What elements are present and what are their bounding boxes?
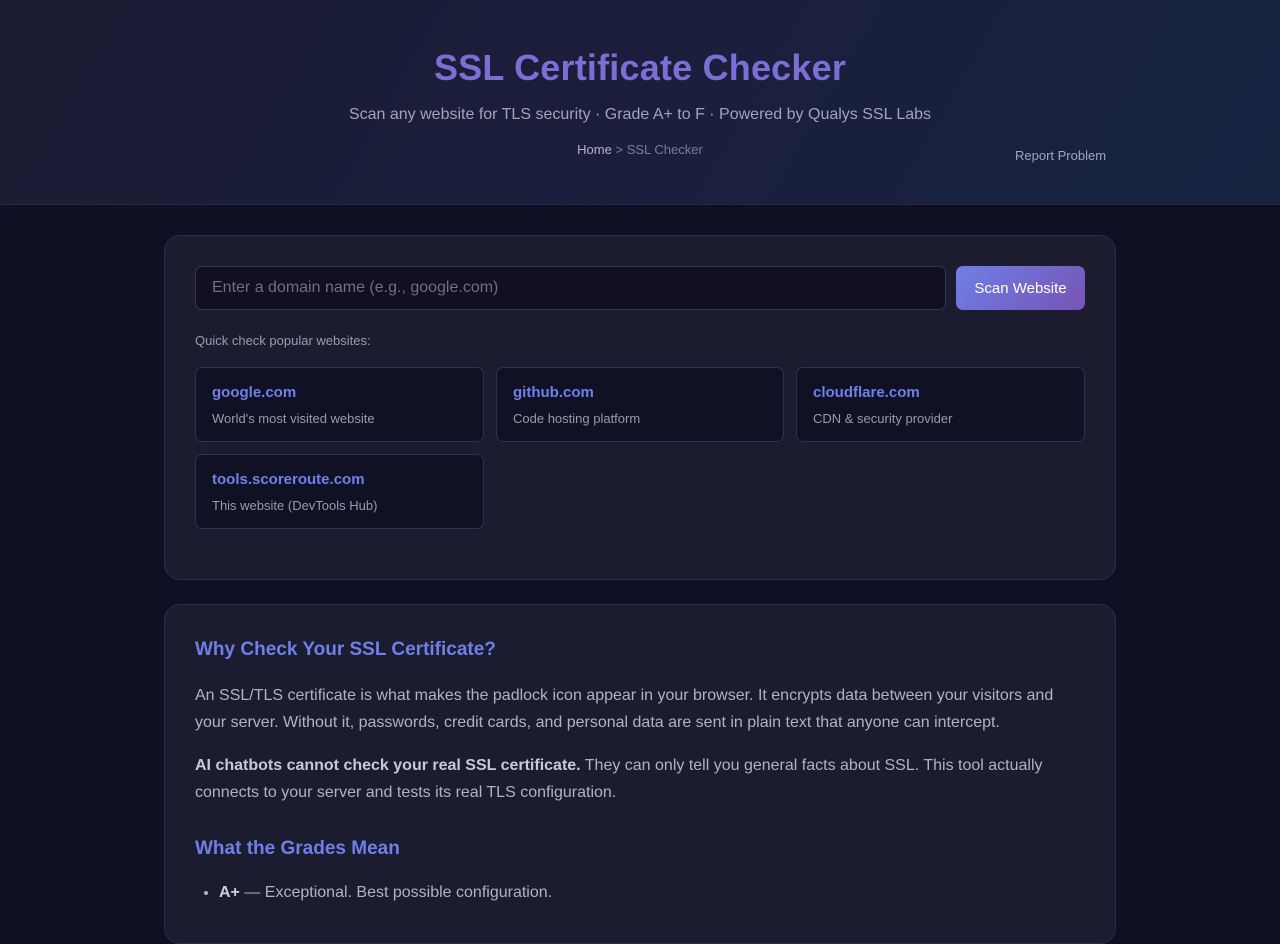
- grade-label: A+: [219, 884, 240, 901]
- site-name: tools.scoreroute.com: [212, 471, 365, 488]
- site-name: cloudflare.com: [813, 384, 920, 401]
- grades-list: A+ — Exceptional. Best possible configur…: [219, 884, 552, 910]
- scan-website-button[interactable]: Scan Website: [956, 266, 1085, 310]
- quick-site-cloudflare[interactable]: cloudflare.com CDN & security provider: [796, 367, 1085, 442]
- search-row: Scan Website: [195, 266, 1085, 310]
- quick-site-github[interactable]: github.com Code hosting platform: [496, 367, 784, 442]
- breadcrumb-current: SSL Checker: [626, 142, 703, 157]
- grade-description: — Exceptional. Best possible configurati…: [239, 884, 553, 901]
- quick-site-google[interactable]: google.com World's most visited website: [195, 367, 484, 442]
- info-card: Why Check Your SSL Certificate? An SSL/T…: [164, 604, 1116, 944]
- scan-card: Scan Website Quick check popular website…: [164, 235, 1116, 580]
- page-header: SSL Certificate Checker Scan any website…: [0, 0, 1280, 205]
- site-description: CDN & security provider: [813, 411, 953, 426]
- page-title: SSL Certificate Checker: [433, 47, 847, 88]
- breadcrumb-home-link[interactable]: Home: [577, 142, 612, 157]
- breadcrumb-separator: >: [615, 142, 624, 157]
- site-name: google.com: [212, 384, 297, 401]
- why-check-paragraph: An SSL/TLS certificate is what makes the…: [195, 687, 1054, 731]
- quick-check-label: Quick check popular websites:: [195, 333, 371, 348]
- site-description: World's most visited website: [212, 411, 375, 426]
- grades-heading: What the Grades Mean: [195, 838, 400, 859]
- report-problem-link[interactable]: Report Problem: [1015, 148, 1106, 163]
- why-check-heading: Why Check Your SSL Certificate?: [195, 639, 496, 660]
- site-name: github.com: [513, 384, 594, 401]
- domain-search-input[interactable]: [195, 266, 946, 310]
- site-description: This website (DevTools Hub): [212, 498, 378, 513]
- quick-site-scoreroute[interactable]: tools.scoreroute.com This website (DevTo…: [195, 454, 484, 529]
- grade-item: A+ — Exceptional. Best possible configur…: [219, 884, 552, 902]
- page-subtitle: Scan any website for TLS security · Grad…: [348, 106, 932, 123]
- ai-chatbots-paragraph: AI chatbots cannot check your real SSL c…: [195, 752, 1075, 806]
- ai-chatbots-bold: AI chatbots cannot check your real SSL c…: [195, 757, 581, 774]
- site-description: Code hosting platform: [513, 411, 641, 426]
